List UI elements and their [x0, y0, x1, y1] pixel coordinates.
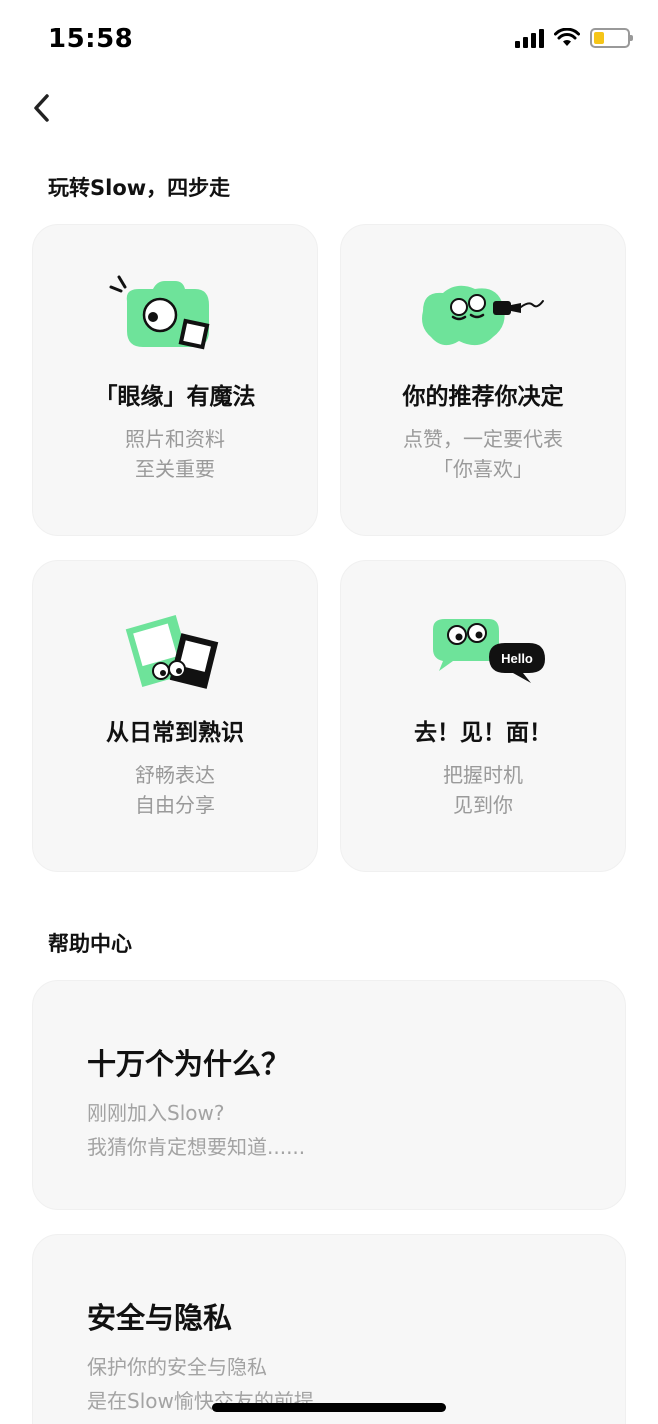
home-indicator — [212, 1403, 446, 1412]
card-subtitle: 见到你 — [453, 793, 513, 817]
battery-icon — [590, 28, 633, 48]
card-title: 「眼缘」有魔法 — [94, 384, 256, 410]
guide-card-recommend[interactable]: 你的推荐你决定 点赞，一定要代表 「你喜欢」 — [340, 224, 626, 536]
card-subtitle: 至关重要 — [135, 457, 215, 481]
card-subtitle: 舒畅表达 — [135, 763, 215, 787]
card-title: 从日常到熟识 — [106, 720, 244, 746]
camera-icon — [109, 275, 210, 350]
guide-card-meet[interactable]: Hello 去！见！面！ 把握时机 见到你 — [340, 560, 626, 872]
help-heading: 帮助中心 — [48, 932, 132, 956]
card-subtitle: 把握时机 — [443, 763, 523, 787]
status-time: 15:58 — [48, 24, 134, 54]
microphone-icon — [422, 285, 544, 346]
wifi-icon — [554, 28, 580, 46]
card-subtitle: 「你喜欢」 — [433, 457, 533, 481]
guide-card-daily[interactable]: 从日常到熟识 舒畅表达 自由分享 — [32, 560, 318, 872]
guide-heading: 玩转Slow，四步走 — [48, 176, 231, 200]
card-subtitle: 照片和资料 — [125, 427, 225, 451]
help-card-faq[interactable]: 十万个为什么？ 刚刚加入Slow? 我猜你肯定想要知道...... — [32, 980, 626, 1210]
photos-icon — [125, 614, 219, 689]
help-card-safety[interactable]: 安全与隐私 保护你的安全与隐私 是在Slow愉快交友的前提 — [32, 1234, 626, 1424]
card-subtitle: 自由分享 — [135, 793, 215, 817]
chat-bubble-icon: Hello — [433, 619, 545, 683]
guide-card-photos[interactable]: 「眼缘」有魔法 照片和资料 至关重要 — [32, 224, 318, 536]
help-card-subtitle: 保护你的安全与隐私 — [87, 1355, 267, 1379]
chevron-left-icon — [34, 94, 49, 122]
help-card-subtitle: 刚刚加入Slow? — [87, 1101, 225, 1125]
help-card-title: 安全与隐私 — [87, 1301, 233, 1335]
status-bar: 15:58 — [0, 0, 658, 80]
card-title: 你的推荐你决定 — [402, 384, 564, 410]
help-card-subtitle: 我猜你肯定想要知道...... — [87, 1135, 306, 1159]
hello-bubble-text: Hello — [501, 651, 533, 666]
card-title: 去！见！面！ — [414, 720, 552, 746]
back-button[interactable] — [22, 88, 62, 128]
card-subtitle: 点赞，一定要代表 — [403, 427, 563, 451]
status-icons — [515, 28, 633, 48]
help-card-title: 十万个为什么？ — [87, 1047, 291, 1081]
signal-icon — [515, 28, 544, 48]
